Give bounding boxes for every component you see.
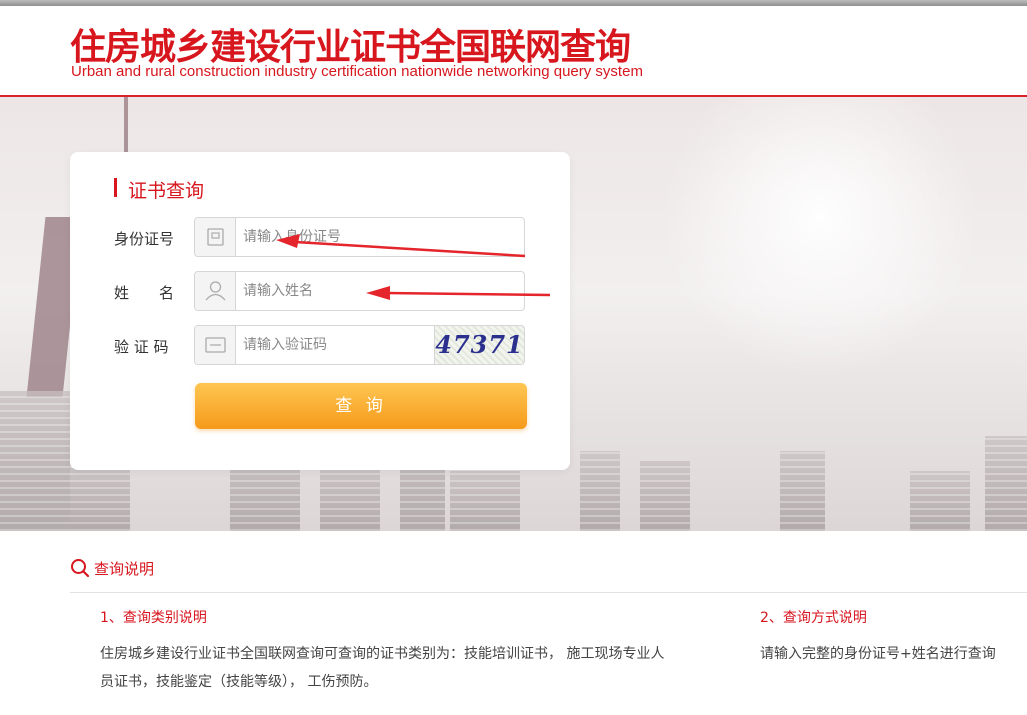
building [320, 461, 380, 531]
sky-glow [660, 97, 980, 377]
query-card: 证书查询 身份证号 姓 名 验 证 码 47371 查 询 [70, 152, 570, 470]
building [985, 436, 1027, 531]
section1-title: 1、查询类别说明 [100, 610, 207, 626]
captcha-label: 验 证 码 [114, 338, 169, 356]
captcha-icon [195, 326, 236, 364]
id-card-icon [195, 218, 236, 256]
arrow-annotation-icon [366, 286, 551, 300]
site-header: 住房城乡建设行业证书全国联网查询 Urban and rural constru… [0, 6, 1027, 96]
query-button[interactable]: 查 询 [195, 383, 527, 429]
building [580, 451, 620, 531]
search-icon [71, 559, 90, 578]
building [0, 391, 70, 531]
captcha-field: 47371 [194, 325, 525, 365]
building [70, 461, 130, 531]
info-heading: 查询说明 [70, 558, 154, 579]
captcha-image[interactable]: 47371 [434, 326, 524, 364]
info-heading-text: 查询说明 [94, 560, 155, 578]
captcha-input[interactable] [243, 326, 423, 364]
building [780, 451, 825, 531]
site-subtitle: Urban and rural construction industry ce… [71, 63, 643, 80]
card-title: 证书查询 [114, 176, 204, 203]
id-number-label: 身份证号 [114, 230, 175, 248]
user-icon [195, 272, 236, 310]
section1-body: 住房城乡建设行业证书全国联网查询可查询的证书类别为：技能培训证书， 施工现场专业… [100, 646, 665, 690]
building [450, 471, 520, 531]
building [640, 461, 690, 531]
building [910, 471, 970, 531]
name-label: 姓 名 [114, 284, 175, 302]
info-divider [70, 592, 1027, 593]
section2-title: 2、查询方式说明 [760, 610, 867, 626]
arrow-annotation-icon [276, 234, 526, 258]
section2-body: 请输入完整的身份证号+姓名进行查询 [760, 646, 996, 662]
